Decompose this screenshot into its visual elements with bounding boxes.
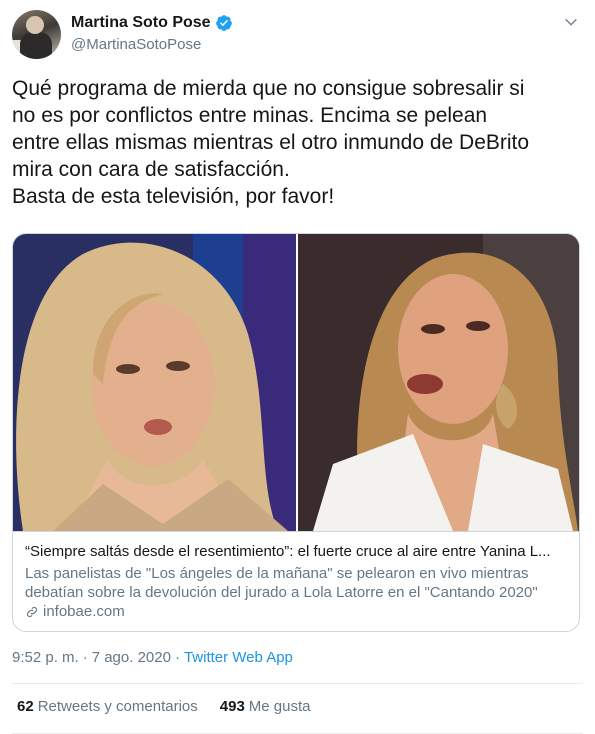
- verified-badge-icon: [215, 15, 232, 31]
- tweet-source-app[interactable]: Twitter Web App: [184, 649, 293, 666]
- card-title[interactable]: “Siempre saltás desde el resentimiento”:…: [25, 542, 567, 562]
- divider: [12, 683, 583, 684]
- card-domain-row[interactable]: infobae.com: [25, 603, 567, 620]
- likes-stat[interactable]: 493 Me gusta: [220, 698, 311, 715]
- card-domain: infobae.com: [43, 603, 125, 620]
- tweet-date[interactable]: 7 ago. 2020: [92, 649, 171, 666]
- card-description: Las panelistas de "Los ángeles de la mañ…: [25, 565, 538, 601]
- retweets-label: Retweets y comentarios: [37, 698, 198, 715]
- tweet-time[interactable]: 9:52 p. m.: [12, 649, 79, 666]
- likes-label: Me gusta: [248, 698, 311, 715]
- tweet-text: Qué programa de mierda que no consigue s…: [12, 77, 530, 208]
- tweet-header: Martina Soto Pose @MartinaSotoPose: [12, 8, 583, 60]
- likes-count: 493: [219, 698, 245, 715]
- author-handle[interactable]: @MartinaSotoPose: [71, 36, 201, 53]
- author-display-name[interactable]: Martina Soto Pose: [71, 14, 211, 32]
- meta-separator: ·: [174, 649, 180, 666]
- card-body: “Siempre saltás desde el resentimiento”:…: [13, 531, 579, 620]
- card-image: [13, 234, 579, 531]
- tweet-meta: 9:52 p. m. · 7 ago. 2020 · Twitter Web A…: [12, 649, 293, 666]
- author-name-row[interactable]: Martina Soto Pose: [71, 14, 233, 32]
- retweets-count: 62: [17, 698, 34, 715]
- avatar[interactable]: [12, 10, 61, 59]
- link-icon: [26, 606, 38, 617]
- link-card[interactable]: “Siempre saltás desde el resentimiento”:…: [12, 233, 580, 632]
- tweet-stats: 62 Retweets y comentarios 493 Me gusta: [17, 698, 311, 715]
- retweets-stat[interactable]: 62 Retweets y comentarios: [17, 698, 198, 715]
- chevron-down-icon[interactable]: [563, 14, 579, 30]
- meta-separator: ·: [82, 649, 88, 666]
